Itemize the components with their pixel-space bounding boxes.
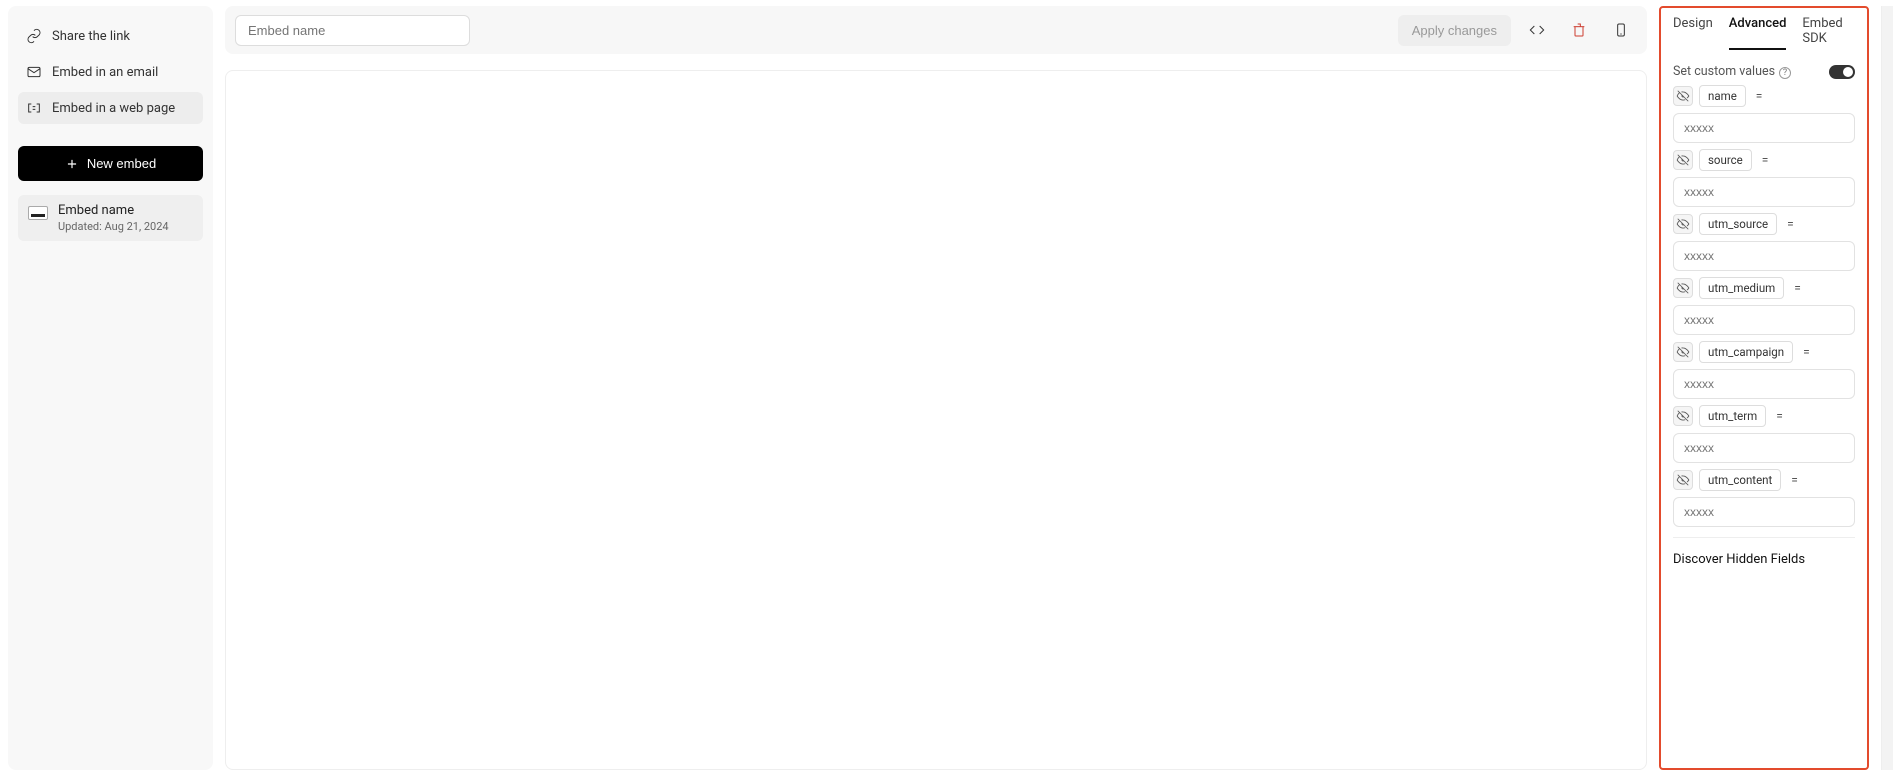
mobile-preview-button[interactable] [1605,14,1637,46]
embed-thumbnail-icon [28,206,48,220]
hidden-field-block: name = [1673,85,1855,143]
hidden-field-name: utm_source [1699,213,1777,235]
hidden-field-name: utm_content [1699,469,1781,491]
hidden-field-input[interactable] [1673,497,1855,527]
embed-item-title: Embed name [58,203,169,218]
eye-off-icon [1676,153,1690,167]
sidebar-item-label: Embed in an email [52,65,158,80]
visibility-toggle[interactable] [1673,278,1693,298]
visibility-toggle[interactable] [1673,86,1693,106]
code-icon [1529,22,1545,38]
hidden-field-input[interactable] [1673,305,1855,335]
discover-hidden-fields-link[interactable]: Discover Hidden Fields [1673,548,1855,571]
equals-icon: = [1783,217,1798,231]
right-panel: Design Advanced Embed SDK Set custom val… [1659,6,1869,770]
visibility-toggle[interactable] [1673,342,1693,362]
hidden-field-input[interactable] [1673,241,1855,271]
tab-embed-sdk[interactable]: Embed SDK [1802,16,1855,50]
eye-off-icon [1676,473,1690,487]
hidden-field-name: utm_term [1699,405,1766,427]
phone-icon [1613,22,1629,38]
visibility-toggle[interactable] [1673,150,1693,170]
hidden-field-input[interactable] [1673,433,1855,463]
visibility-toggle[interactable] [1673,214,1693,234]
hidden-field-name: utm_medium [1699,277,1784,299]
sidebar-item-label: Share the link [52,29,130,44]
equals-icon: = [1787,473,1802,487]
link-icon [26,28,42,44]
sidebar-item-share-link[interactable]: Share the link [18,20,203,52]
view-code-button[interactable] [1521,14,1553,46]
equals-icon: = [1799,345,1814,359]
equals-icon: = [1772,409,1787,423]
embed-icon [26,100,42,116]
embed-list-item[interactable]: Embed name Updated: Aug 21, 2024 [18,195,203,241]
eye-off-icon [1676,345,1690,359]
eye-off-icon [1676,217,1690,231]
hidden-field-name: source [1699,149,1752,171]
sidebar-item-embed-webpage[interactable]: Embed in a web page [18,92,203,124]
hidden-field-name: utm_campaign [1699,341,1793,363]
new-embed-label: New embed [87,156,156,171]
embed-name-input[interactable] [235,15,470,46]
equals-icon: = [1752,89,1767,103]
equals-icon: = [1790,281,1805,295]
hidden-field-block: utm_source = [1673,213,1855,271]
hidden-field-block: utm_term = [1673,405,1855,463]
hidden-field-block: utm_content = [1673,469,1855,527]
right-panel-scroll[interactable]: Set custom values? name = [1661,56,1867,760]
preview-canvas [225,70,1647,770]
help-icon[interactable]: ? [1779,67,1791,79]
right-panel-tabs: Design Advanced Embed SDK [1661,16,1867,56]
apply-changes-button[interactable]: Apply changes [1398,15,1511,46]
equals-icon: = [1758,153,1773,167]
new-embed-button[interactable]: New embed [18,146,203,181]
plus-icon [65,157,79,171]
sidebar-item-label: Embed in a web page [52,101,175,116]
hidden-field-block: utm_campaign = [1673,341,1855,399]
trash-icon [1571,22,1587,38]
divider [1673,537,1855,538]
hidden-field-block: utm_medium = [1673,277,1855,335]
tab-design[interactable]: Design [1673,16,1713,50]
eye-off-icon [1676,281,1690,295]
embed-item-subtitle: Updated: Aug 21, 2024 [58,220,169,233]
main: Apply changes [225,6,1647,770]
eye-off-icon [1676,89,1690,103]
visibility-toggle[interactable] [1673,470,1693,490]
set-custom-values-toggle[interactable] [1829,65,1855,79]
eye-off-icon [1676,409,1690,423]
page-scrollbar[interactable] [1881,6,1893,770]
mail-icon [26,64,42,80]
hidden-field-name: name [1699,85,1746,107]
tab-advanced[interactable]: Advanced [1729,16,1787,50]
delete-button[interactable] [1563,14,1595,46]
hidden-field-input[interactable] [1673,113,1855,143]
hidden-field-input[interactable] [1673,177,1855,207]
set-custom-values-label: Set custom values? [1673,64,1791,79]
topbar: Apply changes [225,6,1647,54]
visibility-toggle[interactable] [1673,406,1693,426]
sidebar: Share the link Embed in an email Embed i… [8,6,213,770]
hidden-field-block: source = [1673,149,1855,207]
sidebar-item-embed-email[interactable]: Embed in an email [18,56,203,88]
hidden-field-input[interactable] [1673,369,1855,399]
